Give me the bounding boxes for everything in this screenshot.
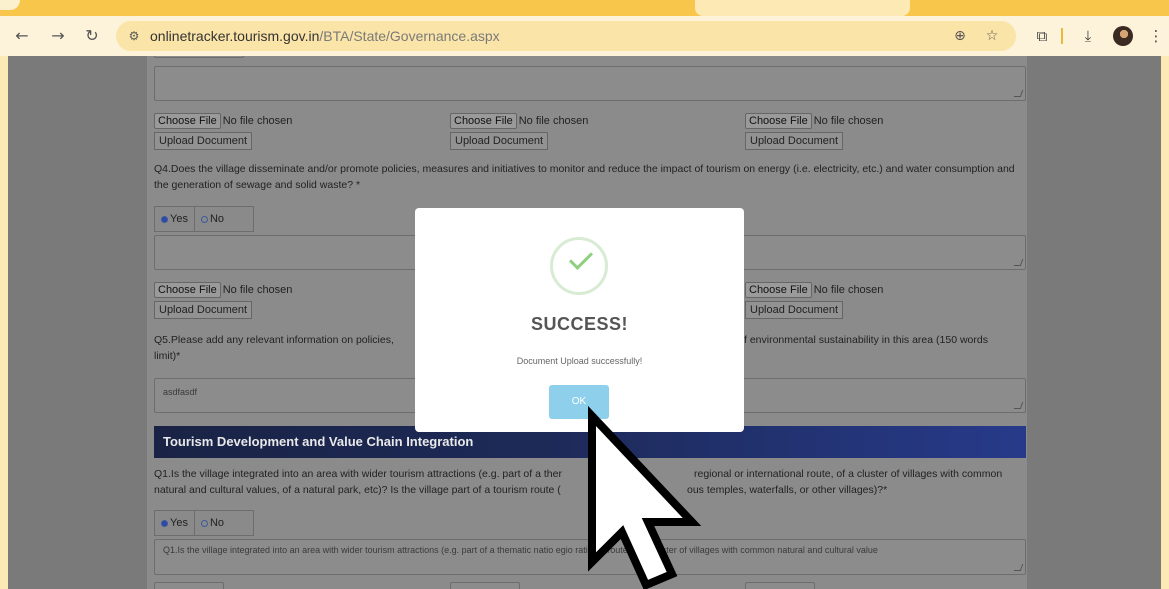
choose-file-button[interactable]: Choose File [745, 113, 812, 129]
address-bar[interactable]: ⚙ onlinetracker.tourism.gov.in/BTA/State… [116, 21, 1016, 51]
upload-document-button[interactable]: Upload Document [450, 132, 549, 150]
active-tab[interactable] [695, 0, 910, 16]
upload-document-button[interactable]: Upload Document [154, 132, 253, 150]
choose-file-button[interactable]: Choose File [450, 113, 517, 129]
question-q1-line1a: Q1.Is the village integrated into an are… [154, 468, 562, 480]
radio-dot-selected [161, 519, 168, 527]
no-file-label: No file chosen [518, 115, 589, 127]
radio-no[interactable]: No [193, 511, 230, 535]
reload-icon[interactable]: ↻ [80, 24, 104, 48]
no-file-label: No file chosen [222, 284, 293, 296]
radio-no-label: No [209, 213, 225, 225]
check-circle-icon [550, 237, 608, 295]
question-q5-line2: limit)* [154, 350, 181, 362]
q5-answer-text: asdfasdf [163, 387, 198, 397]
back-arrow-icon[interactable]: ← [10, 24, 34, 48]
question-q1-line1b: regional or international route, of a cl… [694, 468, 1003, 480]
toolbar-separator [1061, 28, 1063, 44]
radio-yes-label: Yes [170, 213, 188, 225]
zoom-icon[interactable]: ⊕ [950, 26, 970, 46]
resize-grip[interactable] [1013, 564, 1024, 571]
puzzle-icon[interactable]: ⧉ [1030, 24, 1054, 48]
radio-no[interactable]: No [193, 207, 230, 231]
radio-dot [200, 215, 208, 223]
radio-yes-label: Yes [170, 517, 188, 529]
file-upload-group: Choose File No file chosen Upload Documen… [745, 113, 945, 153]
file-upload-group: Choose File No file chosen Upload Documen… [154, 113, 354, 153]
no-file-label: No file chosen [813, 284, 884, 296]
choose-file-button[interactable]: Choose File [154, 282, 221, 298]
star-icon[interactable]: ☆ [982, 26, 1002, 46]
ok-button[interactable]: OK [549, 385, 609, 419]
radio-dot [200, 519, 208, 527]
question-q5-right: f environmental sustainability in this a… [744, 334, 988, 346]
browser-toolbar: ← → ↻ ⚙ onlinetracker.tourism.gov.in/BTA… [0, 16, 1169, 56]
kebab-menu-icon[interactable]: ⋮ [1144, 24, 1168, 48]
resize-grip[interactable] [1013, 90, 1024, 97]
answer-textarea[interactable] [154, 66, 1026, 101]
choose-file-button[interactable]: Choose File [154, 113, 221, 129]
upload-document-button[interactable]: Upload Document [745, 301, 844, 319]
tune-icon[interactable]: ⚙ [124, 26, 144, 46]
radio-yes[interactable]: Yes [155, 207, 194, 231]
tab-strip [0, 0, 1169, 16]
url-host: onlinetracker.tourism.gov.in [150, 28, 320, 44]
choose-file-partial [154, 582, 224, 589]
upload-document-button[interactable]: Upload Document [154, 301, 253, 319]
file-upload-group: Choose File No file chosen Upload Documen… [745, 282, 945, 322]
radio-group-q1: Yes No [154, 510, 254, 536]
no-file-label: No file chosen [813, 115, 884, 127]
no-file-label: No file chosen [222, 115, 293, 127]
forward-arrow-icon[interactable]: → [46, 24, 70, 48]
radio-dot-selected [161, 215, 168, 223]
upload-document-button[interactable]: Upload Document [745, 132, 844, 150]
avatar[interactable] [1113, 26, 1133, 46]
choose-file-partial [450, 582, 520, 589]
file-upload-group: Choose File No file chosen Upload Documen… [450, 113, 650, 153]
resize-grip[interactable] [1013, 259, 1024, 266]
radio-group-q4: Yes No [154, 206, 254, 232]
resize-grip[interactable] [1013, 402, 1024, 409]
question-q1-line2a: natural and cultural values, of a natura… [154, 484, 561, 496]
modal-title: SUCCESS! [530, 314, 628, 334]
url-text[interactable]: onlinetracker.tourism.gov.in/BTA/State/G… [150, 28, 500, 44]
tab-pill[interactable] [0, 0, 20, 10]
question-q1-line2b: ous temples, waterfalls, or other villag… [687, 484, 888, 496]
browser-window: ← → ↻ ⚙ onlinetracker.tourism.gov.in/BTA… [0, 0, 1169, 589]
download-icon[interactable]: ⤓ [1076, 24, 1100, 48]
radio-no-label: No [209, 517, 225, 529]
check-mark [568, 245, 594, 271]
choose-file-partial [745, 582, 815, 589]
success-modal: SUCCESS! Document Upload successfully! O… [415, 208, 744, 432]
modal-message: Document Upload successfully! [516, 356, 643, 366]
q1-answer-textarea[interactable]: Q1.Is the village integrated into an are… [154, 539, 1026, 575]
q1-answer-text: Q1.Is the village integrated into an are… [163, 545, 878, 555]
url-path: /BTA/State/Governance.aspx [319, 28, 500, 44]
radio-group-partial [154, 56, 244, 58]
radio-yes[interactable]: Yes [155, 511, 194, 535]
question-q4: Q4.Does the village disseminate and/or p… [154, 163, 1015, 191]
choose-file-button[interactable]: Choose File [745, 282, 812, 298]
file-upload-group: Choose File No file chosen Upload Documen… [154, 282, 354, 322]
question-q5-left: Q5.Please add any relevant information o… [154, 334, 394, 346]
